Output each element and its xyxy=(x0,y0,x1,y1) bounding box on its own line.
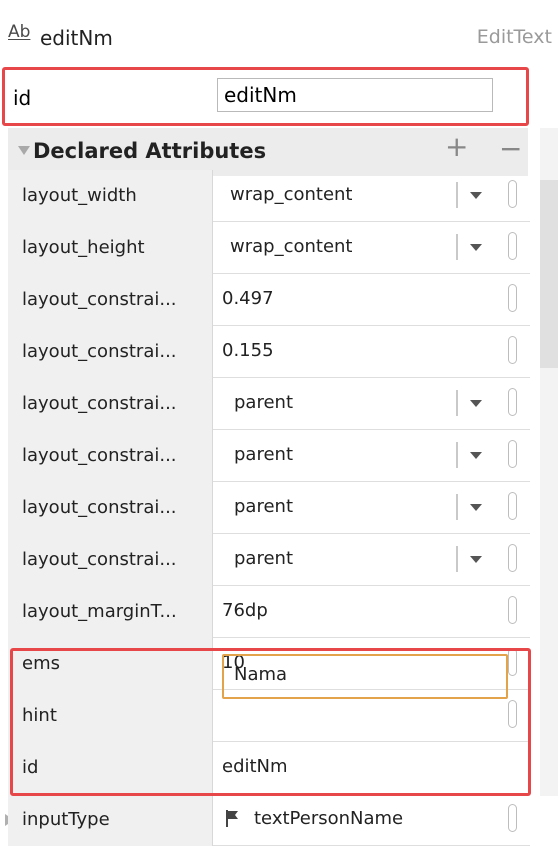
resource-picker-icon[interactable] xyxy=(508,232,517,260)
divider xyxy=(456,234,458,260)
highlight-box-id xyxy=(2,67,529,126)
attribute-value[interactable]: parent xyxy=(234,496,293,517)
attribute-name: layout_height xyxy=(8,222,213,274)
attribute-name: layout_constrai... xyxy=(8,326,213,378)
attribute-name: layout_constrai... xyxy=(8,482,213,534)
attribute-name: layout_constrai... xyxy=(8,430,213,482)
attribute-name: layout_constrai... xyxy=(8,534,213,586)
attribute-row: layout_height wrap_content xyxy=(8,222,530,274)
flag-icon[interactable] xyxy=(226,810,239,827)
dropdown-arrow-icon[interactable] xyxy=(470,504,482,511)
resource-picker-icon[interactable] xyxy=(508,336,517,364)
attribute-row: inputType textPersonName xyxy=(5,794,530,846)
declared-attributes-header[interactable]: Declared Attributes + − xyxy=(8,128,528,176)
attribute-value[interactable]: 76dp xyxy=(222,600,268,621)
resource-picker-icon[interactable] xyxy=(508,440,517,468)
attribute-row: layout_marginT... 76dp xyxy=(8,586,530,638)
highlight-box-bottom xyxy=(10,648,531,796)
attribute-row: layout_constrai... 0.497 xyxy=(8,274,530,326)
attribute-value[interactable]: 0.155 xyxy=(222,340,274,361)
text-field-icon: Ab xyxy=(8,22,31,42)
attribute-value[interactable]: 0.497 xyxy=(222,288,274,309)
resource-picker-icon[interactable] xyxy=(508,284,517,312)
resource-picker-icon[interactable] xyxy=(508,388,517,416)
attribute-value[interactable]: wrap_content xyxy=(230,184,353,205)
resource-picker-icon[interactable] xyxy=(508,804,517,832)
attribute-name: layout_constrai... xyxy=(8,274,213,326)
collapse-triangle-icon[interactable] xyxy=(18,146,30,155)
divider xyxy=(456,182,458,208)
dropdown-arrow-icon[interactable] xyxy=(470,556,482,563)
component-type: EditText xyxy=(476,26,552,48)
section-title: Declared Attributes xyxy=(33,139,267,163)
attribute-name: inputType xyxy=(8,794,213,846)
attribute-row: layout_constrai... parent xyxy=(8,378,530,430)
attribute-row: layout_constrai... parent xyxy=(8,482,530,534)
add-attribute-button[interactable]: + xyxy=(445,130,468,163)
component-header: Ab editNm EditText xyxy=(0,0,558,70)
attribute-value[interactable]: parent xyxy=(234,444,293,465)
resource-picker-icon[interactable] xyxy=(508,180,517,208)
divider xyxy=(456,442,458,468)
attribute-row: layout_constrai... parent xyxy=(8,430,530,482)
attribute-value[interactable]: parent xyxy=(234,392,293,413)
resource-picker-icon[interactable] xyxy=(508,544,517,572)
resource-picker-icon[interactable] xyxy=(508,596,517,624)
attribute-name: layout_constrai... xyxy=(8,378,213,430)
attribute-name: layout_width xyxy=(8,170,213,222)
divider xyxy=(456,546,458,572)
attribute-row: layout_constrai... parent xyxy=(8,534,530,586)
scrollbar-thumb[interactable] xyxy=(540,180,558,368)
attribute-value[interactable]: parent xyxy=(234,548,293,569)
attribute-row: layout_width wrap_content xyxy=(8,170,530,222)
resource-picker-icon[interactable] xyxy=(508,492,517,520)
divider xyxy=(456,494,458,520)
remove-attribute-button[interactable]: − xyxy=(499,132,522,165)
attribute-row: layout_constrai... 0.155 xyxy=(8,326,530,378)
attribute-value[interactable]: textPersonName xyxy=(254,808,403,829)
dropdown-arrow-icon[interactable] xyxy=(470,400,482,407)
dropdown-arrow-icon[interactable] xyxy=(470,192,482,199)
dropdown-arrow-icon[interactable] xyxy=(470,452,482,459)
component-name: editNm xyxy=(40,26,113,50)
attribute-name: layout_marginT... xyxy=(8,586,213,638)
dropdown-arrow-icon[interactable] xyxy=(470,244,482,251)
attribute-value[interactable]: wrap_content xyxy=(230,236,353,257)
divider xyxy=(456,390,458,416)
